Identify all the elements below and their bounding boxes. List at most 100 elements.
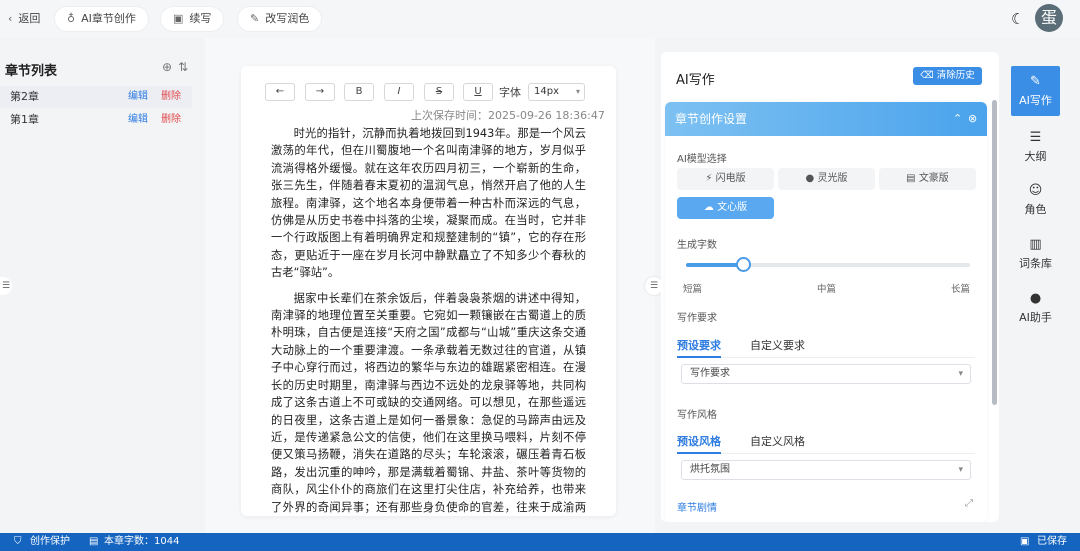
length-label: 生成字数 <box>677 240 717 251</box>
strikethrough-button[interactable]: S <box>424 83 454 101</box>
style-select[interactable]: 烘托氛围 ▾ <box>681 460 971 480</box>
length-slider[interactable] <box>686 263 970 267</box>
doc-icon: ▤ <box>89 536 99 547</box>
clear-history-button[interactable]: ⌫ 清除历史 <box>913 67 982 85</box>
delete-chapter-button[interactable]: 删除 <box>161 109 181 131</box>
chevron-up-icon[interactable]: ⌃ <box>953 102 962 136</box>
underline-button[interactable]: U <box>463 83 493 101</box>
user-icon: ☺ <box>1028 183 1043 198</box>
tabs-divider <box>677 453 975 454</box>
chapter-list-panel: 章节列表 ⊕⇅ 第2章 编辑 删除 第1章 编辑 删除 <box>0 50 200 530</box>
status-bar: ⛉ 创作保护 ▤ 本章字数：1044 ▣ 已保存 <box>0 533 1080 551</box>
font-size-select[interactable]: 14px ▾ <box>528 83 585 101</box>
style-label: 写作风格 <box>677 410 717 421</box>
style-select-value: 烘托氛围 <box>690 464 730 475</box>
broom-icon: ⌫ <box>920 70 937 81</box>
model-name: 文心版 <box>717 202 748 213</box>
chapter-settings-card: 章节创作设置 ⌃ ⊗ AI模型选择 ⚡ 闪电版 ● 灵光版 ▤ 文豪版 ☁ 文心… <box>665 102 987 522</box>
chapter-item[interactable]: 第2章 编辑 删除 <box>0 86 192 108</box>
rail-label: AI写作 <box>1019 94 1052 107</box>
magic-wand-icon: ✎ <box>250 12 260 25</box>
tab-preset-requirement[interactable]: 预设要求 <box>677 337 721 353</box>
bold-button[interactable]: B <box>344 83 374 101</box>
delete-chapter-button[interactable]: 删除 <box>161 86 181 108</box>
tick-short: 短篇 <box>683 284 703 295</box>
save-icon: ▣ <box>173 12 184 25</box>
rail-label: 词条库 <box>1019 257 1052 270</box>
ai-create-button[interactable]: ♁ AI章节创作 <box>55 7 148 31</box>
font-size-value: 14px <box>534 86 559 97</box>
chevron-left-icon: ‹ <box>8 12 13 25</box>
chat-icon: ● <box>1029 291 1042 306</box>
ai-writing-panel: AI写作 ⌫ 清除历史 章节创作设置 ⌃ ⊗ AI模型选择 ⚡ 闪电版 ● 灵光… <box>661 52 999 522</box>
italic-button[interactable]: I <box>384 83 414 101</box>
rail-item-characters[interactable]: ☺ 角色 <box>1011 175 1060 225</box>
moon-icon[interactable]: ☾ <box>1011 10 1024 28</box>
active-tab-indicator <box>677 452 721 454</box>
model-name: 灵光版 <box>817 173 848 184</box>
length-slider-handle[interactable] <box>736 257 751 272</box>
lightning-icon: ⚡ <box>705 173 716 184</box>
add-chapter-icon[interactable]: ⊕ <box>162 60 178 74</box>
expand-icon[interactable]: ⤢ <box>965 498 973 509</box>
edit-chapter-button[interactable]: 编辑 <box>128 86 148 108</box>
tick-long: 长篇 <box>951 284 971 295</box>
requirement-select[interactable]: 写作要求 ▾ <box>681 364 971 384</box>
model-name: 闪电版 <box>715 173 746 184</box>
model-option[interactable]: ● 灵光版 <box>778 168 875 190</box>
tab-preset-style[interactable]: 预设风格 <box>677 433 721 449</box>
tab-custom-style[interactable]: 自定义风格 <box>750 433 805 449</box>
model-name: 文豪版 <box>918 173 949 184</box>
close-icon[interactable]: ⊗ <box>968 102 977 136</box>
paragraph: 据家中长辈们在茶余饭后，伴着袅袅茶烟的讲述中得知，南津驿的地理位置至关重要。它宛… <box>271 291 586 514</box>
avatar[interactable]: 蛋 <box>1035 4 1063 32</box>
top-bar: ‹ 返回 ♁ AI章节创作 ▣ 续写 ✎ 改写润色 ☾ 蛋 <box>0 0 1080 38</box>
save-status: 已保存 <box>1037 536 1067 547</box>
word-count: 本章字数：1044 <box>104 536 180 547</box>
chevron-down-icon: ▾ <box>958 369 963 379</box>
rail-item-ai-writing[interactable]: ✎ AI写作 <box>1011 66 1060 116</box>
rewrite-button[interactable]: ✎ 改写润色 <box>238 7 322 31</box>
plot-label: 章节剧情 <box>677 503 717 514</box>
length-slider-fill <box>686 263 743 267</box>
rewrite-label: 改写润色 <box>265 12 310 25</box>
rail-label: 大纲 <box>1024 150 1047 163</box>
model-option[interactable]: ▤ 文豪版 <box>879 168 976 190</box>
chevron-down-icon: ▾ <box>575 87 580 96</box>
tick-medium: 中篇 <box>817 284 837 295</box>
model-option[interactable]: ⚡ 闪电版 <box>677 168 774 190</box>
card-icon: ▤ <box>906 173 919 184</box>
tab-custom-requirement[interactable]: 自定义要求 <box>750 337 805 353</box>
editor: ← → B I S U 字体 14px ▾ 上次保存时间：2025-09-26 … <box>241 66 616 516</box>
clear-history-label: 清除历史 <box>936 70 975 81</box>
sort-icon[interactable]: ⇅ <box>178 60 194 74</box>
chevron-down-icon: ▾ <box>958 465 963 475</box>
model-label: AI模型选择 <box>677 154 727 165</box>
back-button[interactable]: ‹ 返回 <box>4 7 44 31</box>
outline-icon: ☰ <box>1029 130 1042 145</box>
font-label: 字体 <box>499 86 521 99</box>
continue-label: 续写 <box>189 12 212 25</box>
rail-label: AI助手 <box>1019 311 1052 324</box>
chapter-name: 第1章 <box>10 113 39 126</box>
chapter-item[interactable]: 第1章 编辑 删除 <box>0 109 192 131</box>
ai-panel-scrollbar[interactable] <box>992 100 997 405</box>
edit-chapter-button[interactable]: 编辑 <box>128 109 148 131</box>
bulb-icon: ● <box>805 173 818 184</box>
right-rail: ✎ AI写作 ☰ 大纲 ☺ 角色 ▥ 词条库 ● AI助手 <box>1005 52 1080 532</box>
tabs-divider <box>677 357 975 358</box>
rail-item-ai-assistant[interactable]: ● AI助手 <box>1011 283 1060 333</box>
chat-icon: ☁ <box>703 202 718 213</box>
book-icon: ▥ <box>1029 237 1042 252</box>
card-header: 章节创作设置 ⌃ ⊗ <box>665 102 987 136</box>
pen-icon: ✎ <box>1030 74 1041 89</box>
last-saved-time: 上次保存时间：2025-09-26 18:36:47 <box>411 109 605 122</box>
paragraph: 时光的指针，沉静而执着地拨回到1943年。那是一个风云激荡的年代，但在川蜀腹地一… <box>271 127 586 280</box>
editor-content[interactable]: 时光的指针，沉静而执着地拨回到1943年。那是一个风云激荡的年代，但在川蜀腹地一… <box>271 125 586 516</box>
model-option-selected[interactable]: ☁ 文心版 <box>677 197 774 219</box>
redo-button[interactable]: → <box>305 83 335 101</box>
rail-item-outline[interactable]: ☰ 大纲 <box>1011 122 1060 172</box>
rail-item-glossary[interactable]: ▥ 词条库 <box>1011 229 1060 279</box>
undo-button[interactable]: ← <box>265 83 295 101</box>
continue-button[interactable]: ▣ 续写 <box>161 7 224 31</box>
